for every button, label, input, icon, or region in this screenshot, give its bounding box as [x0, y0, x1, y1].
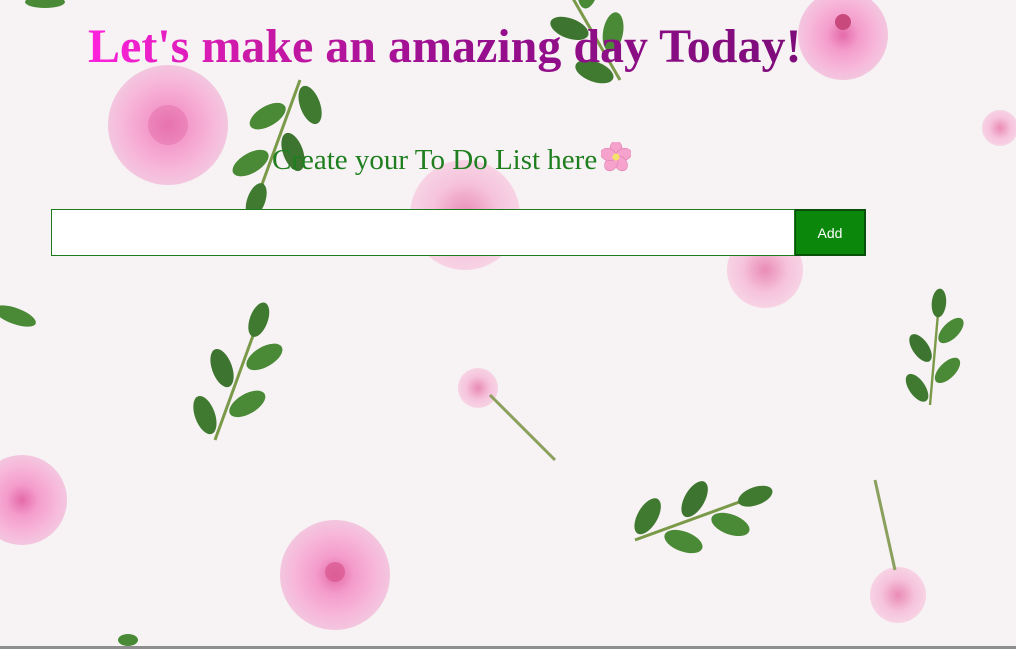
subtitle-text: Create your To Do List here — [272, 144, 598, 176]
todo-input[interactable] — [51, 209, 795, 256]
add-button[interactable]: Add — [795, 209, 866, 256]
page-title: Let's make an amazing day Today! — [88, 18, 801, 76]
todo-form: Add — [51, 209, 866, 256]
subtitle: Create your To Do List here — [272, 142, 632, 178]
floral-background-image — [0, 0, 1016, 649]
cherry-blossom-icon — [601, 142, 632, 172]
